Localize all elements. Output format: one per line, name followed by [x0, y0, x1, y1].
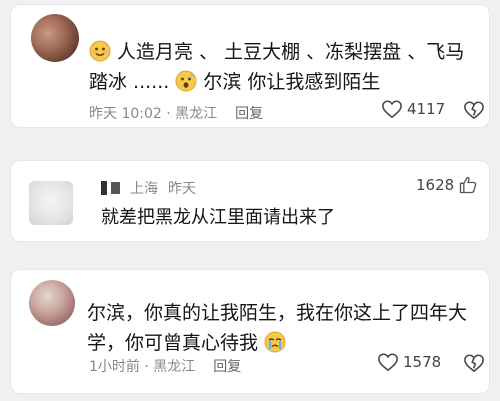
- like-count: 1628: [416, 176, 455, 194]
- comment-text: 就差把黑龙从江里面请出来了: [101, 207, 335, 228]
- comment-meta: 1小时前 · 黑龙江 回复: [89, 356, 241, 376]
- dislike-button[interactable]: [463, 100, 485, 124]
- reply-button[interactable]: 回复: [235, 103, 263, 123]
- reply-button[interactable]: 回复: [213, 356, 241, 376]
- comment-card: 人造月亮 、 土豆大棚 、冻梨摆盘 、飞马踏冰 ...... 尔滨 你让我感到陌…: [10, 4, 490, 128]
- broken-heart-icon: [464, 354, 484, 373]
- like-button[interactable]: 4117: [381, 99, 445, 119]
- heart-icon: [378, 353, 398, 372]
- comment-card: 尔滨，你真的让我陌生，我在你这上了四年大学，你可曾真心待我 1小时前 · 黑龙江…: [10, 269, 490, 394]
- dislike-button[interactable]: [463, 353, 485, 377]
- comment-text: 人造月亮 、 土豆大棚 、冻梨摆盘 、飞马踏冰 ...... 尔滨 你让我感到陌…: [89, 40, 465, 93]
- comment-text: 尔滨，你真的让我陌生，我在你这上了四年大学，你可曾真心待我: [87, 302, 468, 354]
- location: 上海: [130, 181, 158, 197]
- badge-icon: [111, 182, 120, 194]
- thumbs-up-icon: [460, 176, 477, 194]
- smile-emoji-icon: [89, 40, 111, 62]
- surprised-emoji-icon: [175, 70, 197, 92]
- like-button[interactable]: 1628: [416, 175, 478, 195]
- avatar[interactable]: [29, 280, 75, 326]
- username-redacted: [101, 181, 107, 195]
- comment-meta: 昨天 10:02 · 黑龙江 回复: [89, 103, 263, 123]
- avatar[interactable]: [31, 14, 79, 62]
- time-location: 1小时前 · 黑龙江: [89, 359, 196, 375]
- avatar[interactable]: [29, 181, 73, 225]
- time-location: 昨天 10:02 · 黑龙江: [89, 106, 218, 122]
- broken-heart-icon: [464, 101, 484, 120]
- comment-header: 上海 昨天: [101, 178, 196, 198]
- like-button[interactable]: 1578: [377, 352, 441, 372]
- time: 昨天: [168, 181, 196, 197]
- like-count: 1578: [403, 353, 442, 371]
- crying-emoji-icon: [264, 331, 286, 353]
- like-count: 4117: [407, 100, 446, 118]
- heart-icon: [382, 100, 402, 119]
- comment-card: 上海 昨天 1628 就差把黑龙从江里面请出来了: [10, 160, 490, 242]
